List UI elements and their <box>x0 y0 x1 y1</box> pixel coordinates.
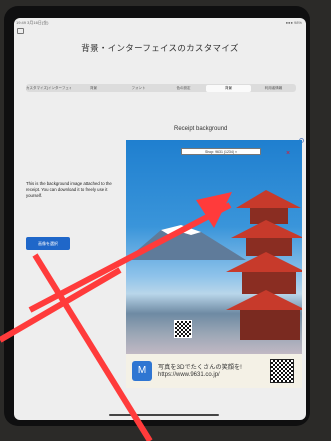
receipt-background-preview: Shop: 9631 (1234) × × M 写真を3Dでたくさんの笑顔を! … <box>126 140 302 388</box>
pagoda-image <box>226 190 302 340</box>
status-time: 19:49 3月16日(金) <box>16 20 49 25</box>
home-indicator <box>109 414 219 416</box>
preview-label: Shop: 9631 (1234) × <box>181 148 261 155</box>
close-icon[interactable]: × <box>286 150 290 157</box>
description-text: This is the background image attached to… <box>26 181 112 198</box>
app-screen: 19:49 3月16日(金) ●●● 98% 背景・インターフェイスのカスタマイ… <box>14 18 306 420</box>
ad-tagline: 写真を3Dでたくさんの笑顔を! <box>158 364 242 371</box>
ad-banner: M 写真を3Dでたくさんの笑顔を! https://www.9631.co.jp… <box>126 354 302 388</box>
tab-font[interactable]: フォント <box>116 86 161 91</box>
brand-logo: M <box>132 361 152 381</box>
ad-url: https://www.9631.co.jp/ <box>158 372 220 378</box>
page-title: 背景・インターフェイスのカスタマイズ <box>81 43 239 53</box>
qr-code-small <box>174 320 192 338</box>
tab-user-info[interactable]: 利用者情報 <box>251 86 296 91</box>
tab-receipt-background[interactable]: 背景 <box>206 84 251 92</box>
tab-bar: カスタマイズ(インターフェイス背景など) 背景 フォント 色の設定 背景 利用者… <box>26 84 296 92</box>
section-title: Receipt background <box>174 126 228 132</box>
tab-customize[interactable]: カスタマイズ(インターフェイス背景など) <box>26 86 71 91</box>
qr-code-large <box>270 359 294 383</box>
sidebar-icon[interactable] <box>17 28 24 34</box>
tab-background[interactable]: 背景 <box>71 86 116 91</box>
tab-color[interactable]: 色の設定 <box>161 86 206 91</box>
select-image-button[interactable]: 画像を選択 <box>26 237 70 250</box>
status-battery: ●●● 98% <box>285 20 302 25</box>
tablet-frame: 19:49 3月16日(金) ●●● 98% 背景・インターフェイスのカスタマイ… <box>4 6 310 426</box>
